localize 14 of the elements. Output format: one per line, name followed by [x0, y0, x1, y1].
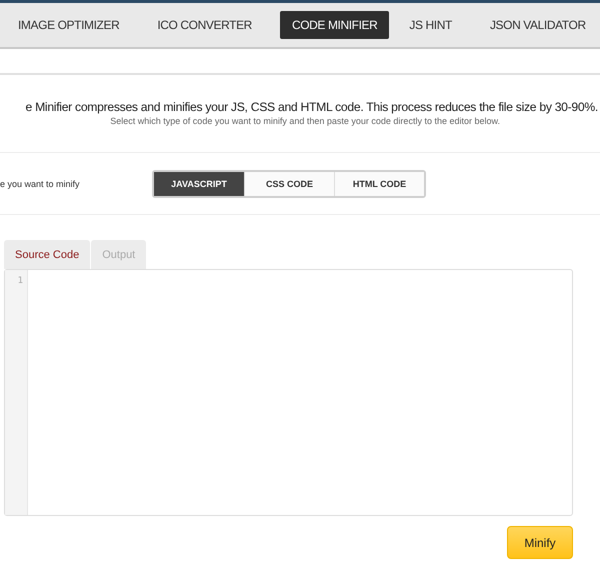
nav-tab[interactable]: JS HINT	[399, 12, 462, 38]
nav-tab[interactable]: CODE MINIFIER	[280, 11, 390, 39]
nav-tab[interactable]: JSON VALIDATOR	[480, 12, 596, 38]
editor-tab[interactable]: Source Code	[4, 240, 90, 269]
line-number: 1	[16, 275, 24, 286]
intro-heading: e Minifier compresses and minifies your JS, CSS and HTML code. This process reduces the file size by 30-90%.	[26, 100, 598, 114]
nav-tab[interactable]: ICO CONVERTER	[147, 12, 262, 38]
minify-button[interactable]: Minify	[507, 526, 573, 559]
nav-tab[interactable]: IMAGE OPTIMIZER	[8, 12, 130, 38]
picker-label: e you want to minify	[0, 178, 81, 188]
code-type-option[interactable]: JAVASCRIPT	[154, 172, 244, 196]
code-type-option[interactable]: HTML CODE	[334, 172, 424, 196]
code-type-option[interactable]: CSS CODE	[244, 172, 334, 196]
intro-subtitle: Select which type of code you want to minify and then paste your code directly to the editor below.	[110, 116, 500, 126]
